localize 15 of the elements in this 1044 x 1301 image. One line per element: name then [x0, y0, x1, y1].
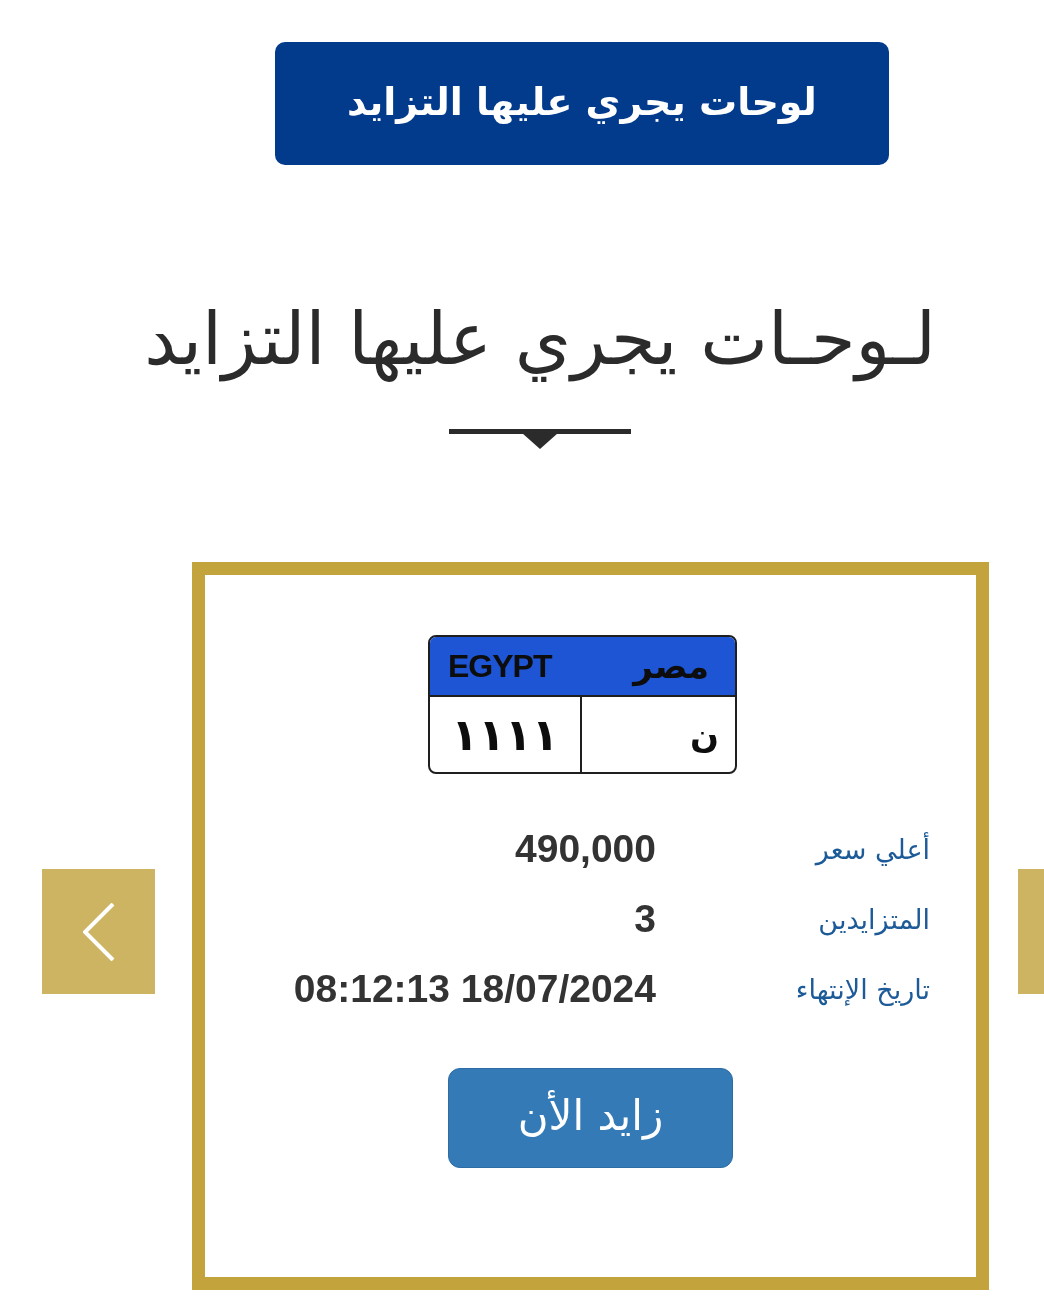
- bid-now-button[interactable]: زايد الأن: [448, 1068, 733, 1168]
- chevron-left-icon: [82, 902, 115, 961]
- field-label: المتزايدين: [818, 903, 930, 935]
- plate-number: ١١١١: [430, 697, 582, 772]
- field-label: أعلي سعر: [815, 833, 930, 865]
- plate-letters: ن: [688, 713, 720, 757]
- field-value: 490,000: [515, 827, 656, 871]
- previous-button[interactable]: [42, 869, 155, 994]
- field-value: 08:12:13 18/07/2024: [293, 967, 656, 1011]
- section-button[interactable]: لوحات يجري عليها التزايد: [275, 42, 889, 165]
- page-heading: لـوحـات يجري عليها التزايد: [144, 296, 936, 384]
- next-button[interactable]: [1018, 869, 1044, 994]
- field-value: 3: [634, 897, 656, 941]
- field-label: تاريخ الإنتهاء: [795, 973, 930, 1005]
- plate-country-latin: EGYPT: [448, 647, 552, 685]
